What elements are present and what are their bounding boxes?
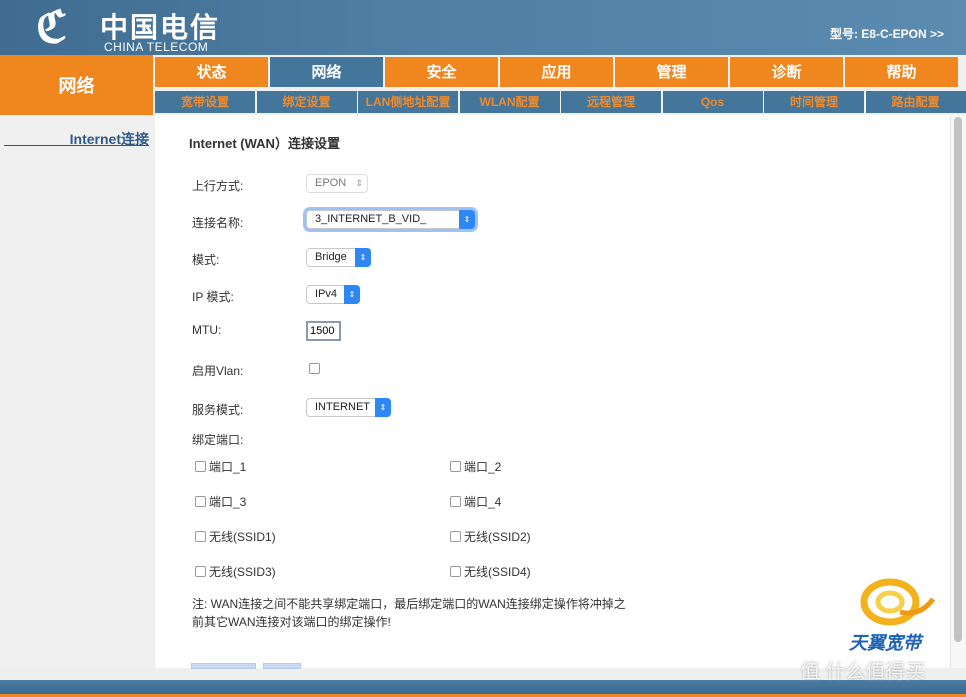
tab-2[interactable]: 安全 — [385, 57, 498, 87]
ip-mode-value: IPv4 — [315, 288, 338, 300]
mtu-input[interactable] — [306, 321, 341, 341]
uplink-value: EPON — [315, 177, 347, 189]
port-option[interactable]: 无线(SSID1) — [195, 528, 276, 545]
header: ℭ 中国电信 CHINA TELECOM 型号: E8-C-EPON >> — [0, 0, 966, 55]
port-option[interactable]: 端口_4 — [450, 493, 501, 510]
port-checkbox[interactable] — [195, 531, 206, 542]
logo-en: CHINA TELECOM — [104, 40, 209, 54]
port-checkbox[interactable] — [450, 566, 461, 577]
page-title: Internet (WAN）连接设置 — [189, 136, 340, 151]
scrollbar-thumb[interactable] — [954, 117, 962, 642]
port-label: 端口_4 — [464, 495, 502, 509]
nav-band: 网络 状态 网络 安全 应用 管理 诊断 帮助 宽带设置 绑定设置 LAN侧地址配置 WLAN配置… — [0, 55, 966, 115]
subtab-5[interactable]: Qos — [662, 91, 763, 113]
service-mode-select[interactable]: INTERNET ⇕ — [306, 398, 391, 417]
port-option[interactable]: 无线(SSID2) — [450, 528, 531, 545]
port-option[interactable]: 无线(SSID4) — [450, 563, 531, 580]
subtab-4[interactable]: 远程管理 — [561, 91, 661, 113]
sidebar: Internet连接 — [0, 115, 153, 668]
subtab-3[interactable]: WLAN配置 — [459, 91, 560, 113]
sidebar-divider — [4, 145, 149, 146]
tianyi-broadband-logo: 天翼宽带 — [845, 577, 936, 657]
subtab-7[interactable]: 路由配置 — [865, 91, 966, 113]
tab-0[interactable]: 状态 — [155, 57, 268, 87]
subtab-2[interactable]: LAN侧地址配置 — [358, 91, 458, 113]
uplink-label: 上行方式: — [192, 179, 244, 193]
chevron-updown-icon: ⇕ — [355, 178, 363, 188]
port-checkbox[interactable] — [450, 496, 461, 507]
chevron-updown-icon: ⇕ — [375, 398, 391, 417]
note-line: 注: WAN连接之间不能共享绑定端口，最后绑定端口的WAN连接绑定操作将冲掉之 — [192, 597, 626, 611]
port-option[interactable]: 无线(SSID3) — [195, 563, 276, 580]
bind-ports-label: 绑定端口: — [192, 433, 244, 447]
mode-label: 模式: — [192, 253, 220, 267]
ip-mode-select[interactable]: IPv4 ⇕ — [306, 285, 360, 304]
chevron-updown-icon: ⇕ — [344, 285, 360, 304]
chevron-updown-icon: ⇕ — [355, 248, 371, 267]
tab-6[interactable]: 帮助 — [845, 57, 958, 87]
port-option[interactable]: 端口_2 — [450, 458, 501, 475]
port-label: 端口_1 — [209, 460, 247, 474]
port-checkbox[interactable] — [450, 531, 461, 542]
conn-name-label: 连接名称: — [192, 216, 244, 230]
main-content: Internet (WAN）连接设置 上行方式: EPON ⇕ 连接名称: 3_I… — [155, 115, 950, 669]
subtab-1[interactable]: 绑定设置 — [256, 91, 357, 113]
port-option[interactable]: 端口_1 — [195, 458, 246, 475]
tab-3[interactable]: 应用 — [500, 57, 613, 87]
tab-1[interactable]: 网络 — [270, 57, 383, 87]
port-label: 无线(SSID1) — [209, 530, 276, 544]
port-label: 无线(SSID4) — [464, 565, 531, 579]
port-checkbox[interactable] — [450, 461, 461, 472]
mtu-label: MTU: — [192, 323, 222, 337]
uplink-select: EPON ⇕ — [306, 174, 368, 193]
tab-4[interactable]: 管理 — [615, 57, 728, 87]
port-label: 无线(SSID3) — [209, 565, 276, 579]
conn-name-value: 3_INTERNET_B_VID_ — [315, 213, 427, 225]
tianyi-text: 天翼宽带 — [849, 633, 921, 653]
watermark: 值 什么值得买 — [800, 661, 926, 683]
subtab-0[interactable]: 宽带设置 — [155, 91, 255, 113]
port-label: 无线(SSID2) — [464, 530, 531, 544]
port-checkbox[interactable] — [195, 566, 206, 577]
service-mode-label: 服务模式: — [192, 403, 244, 417]
port-label: 端口_2 — [464, 460, 502, 474]
port-checkbox[interactable] — [195, 496, 206, 507]
subtab-6[interactable]: 时间管理 — [764, 91, 864, 113]
cancel-button[interactable] — [263, 663, 301, 669]
vlan-label: 启用Vlan: — [192, 364, 244, 378]
service-mode-value: INTERNET — [315, 401, 370, 413]
port-option[interactable]: 端口_3 — [195, 493, 246, 510]
chevron-updown-icon: ⇕ — [459, 210, 475, 229]
note: 注: WAN连接之间不能共享绑定端口，最后绑定端口的WAN连接绑定操作将冲掉之 … — [192, 595, 626, 631]
sidebar-item-internet[interactable]: Internet连接 — [70, 129, 149, 149]
conn-name-select[interactable]: 3_INTERNET_B_VID_ ⇕ — [306, 210, 475, 229]
port-label: 端口_3 — [209, 495, 247, 509]
mode-value: Bridge — [315, 251, 347, 263]
port-checkbox[interactable] — [195, 461, 206, 472]
note-line: 前其它WAN连接对该端口的绑定操作! — [192, 615, 391, 629]
mode-select[interactable]: Bridge ⇕ — [306, 248, 371, 267]
tianyi-swirl-icon — [860, 578, 936, 626]
vlan-checkbox[interactable] — [309, 363, 320, 374]
save-button[interactable] — [191, 663, 256, 669]
telecom-logo-icon: ℭ — [36, 2, 67, 53]
ip-mode-label: IP 模式: — [192, 290, 234, 304]
tab-5[interactable]: 诊断 — [730, 57, 843, 87]
model-link[interactable]: 型号: E8-C-EPON >> — [830, 25, 944, 42]
section-title: 网络 — [0, 55, 153, 115]
